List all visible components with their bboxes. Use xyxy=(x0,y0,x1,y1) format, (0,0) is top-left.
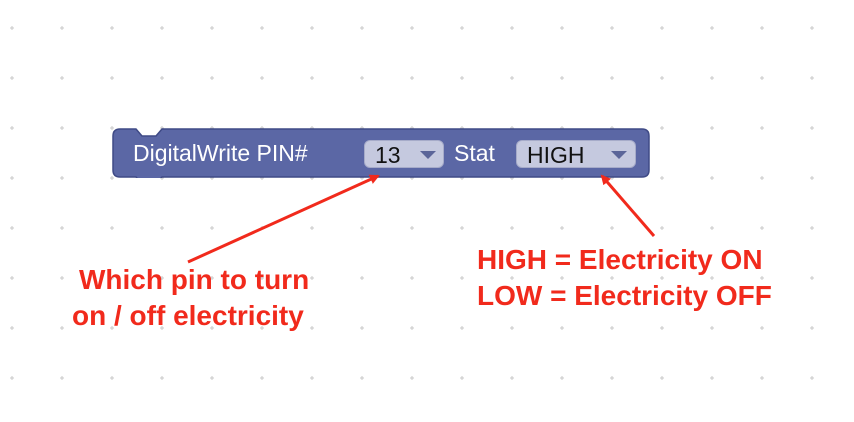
stat-label: Stat xyxy=(454,140,495,166)
stat-value: HIGH xyxy=(527,142,585,168)
chevron-down-icon xyxy=(420,151,436,159)
workspace-grid xyxy=(10,26,814,380)
pin-dropdown[interactable]: 13 xyxy=(364,140,444,168)
stat-dropdown[interactable]: HIGH xyxy=(516,140,636,168)
digitalwrite-block[interactable]: DigitalWrite PIN# 13 Stat HIGH xyxy=(112,128,650,178)
pin-note-line2: on / off electricity xyxy=(72,300,304,331)
high-note: HIGH = Electricity ON xyxy=(477,244,763,275)
block-label: DigitalWrite PIN# xyxy=(133,140,308,166)
low-note: LOW = Electricity OFF xyxy=(477,280,772,311)
pin-note-line1: Which pin to turn xyxy=(79,264,310,295)
chevron-down-icon xyxy=(611,151,627,159)
pin-value: 13 xyxy=(375,142,401,168)
blockly-workspace[interactable]: DigitalWrite PIN# 13 Stat HIGH Which pin… xyxy=(0,0,854,422)
